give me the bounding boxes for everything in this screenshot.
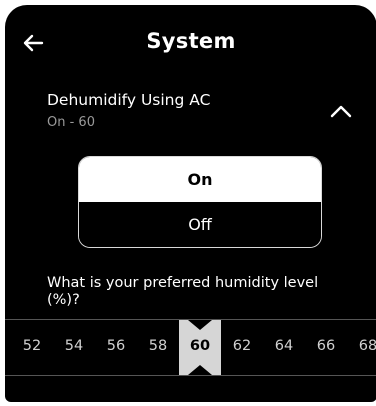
humidity-option-62[interactable]: 62 (227, 338, 257, 354)
humidity-option-60[interactable]: 60 (185, 338, 215, 354)
header: System (5, 27, 376, 61)
option-on[interactable]: On (79, 157, 321, 203)
selector-notch-bottom (188, 365, 212, 375)
setting-label: Dehumidify Using AC (47, 91, 211, 109)
selector-notch-top (188, 320, 212, 330)
humidity-option-66[interactable]: 66 (311, 338, 341, 354)
option-off[interactable]: Off (79, 202, 321, 247)
chevron-up-icon (330, 105, 352, 118)
humidity-option-64[interactable]: 64 (269, 338, 299, 354)
humidity-option-58[interactable]: 58 (143, 338, 173, 354)
humidity-option-52[interactable]: 52 (17, 338, 47, 354)
collapse-toggle[interactable] (329, 103, 353, 119)
humidity-picker[interactable]: 52 54 56 58 60 62 64 66 68 (5, 319, 376, 376)
humidity-option-56[interactable]: 56 (101, 338, 131, 354)
on-off-segmented-control: On Off (78, 156, 322, 248)
device-screen: System Dehumidify Using AC On - 60 On Of… (5, 5, 376, 402)
dehumidify-setting-row[interactable]: Dehumidify Using AC On - 60 (5, 87, 376, 137)
humidity-option-54[interactable]: 54 (59, 338, 89, 354)
page-title: System (146, 29, 236, 53)
humidity-option-68[interactable]: 68 (353, 338, 376, 354)
setting-summary: On - 60 (47, 115, 95, 130)
humidity-question: What is your preferred humidity level (%… (47, 275, 319, 308)
